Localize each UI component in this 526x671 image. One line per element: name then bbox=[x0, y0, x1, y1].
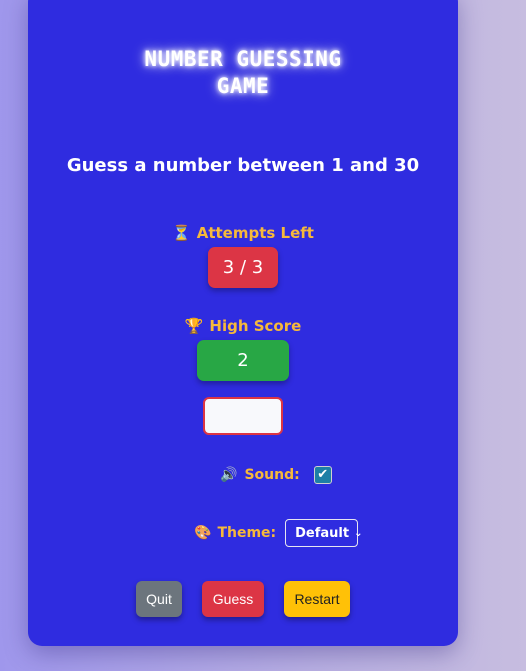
hourglass-icon: ⏳ bbox=[172, 224, 191, 242]
attempts-badge: 3 / 3 bbox=[208, 247, 278, 288]
high-score-badge: 2 bbox=[197, 340, 289, 381]
restart-button[interactable]: Restart bbox=[284, 581, 350, 617]
high-score-label-row: 🏆 High Score bbox=[28, 317, 458, 335]
theme-select-value: Default bbox=[295, 525, 350, 541]
speaker-icon: 🔊 bbox=[220, 467, 238, 483]
game-title: NUMBER GUESSING GAME bbox=[144, 47, 342, 98]
guess-button[interactable]: Guess bbox=[202, 581, 264, 617]
quit-button[interactable]: Quit bbox=[136, 581, 182, 617]
theme-label: Theme: bbox=[217, 525, 277, 541]
attempts-label: Attempts Left bbox=[196, 224, 314, 242]
sound-checkbox[interactable]: ✔ bbox=[313, 466, 332, 484]
attempts-label-row: ⏳ Attempts Left bbox=[28, 224, 458, 242]
theme-setting: 🎨 Theme: Default ⌄ bbox=[194, 519, 363, 547]
game-instructions: Guess a number between 1 and 30 bbox=[66, 155, 420, 176]
palette-icon: 🎨 bbox=[194, 525, 212, 541]
trophy-icon: 🏆 bbox=[184, 317, 204, 335]
game-card: NUMBER GUESSING GAME Guess a number betw… bbox=[28, 0, 458, 646]
high-score-label: High Score bbox=[209, 317, 302, 335]
chevron-down-icon: ⌄ bbox=[354, 527, 363, 539]
theme-select[interactable]: Default ⌄ bbox=[285, 519, 363, 547]
guess-input[interactable] bbox=[203, 397, 283, 435]
sound-label: Sound: bbox=[244, 467, 300, 483]
sound-setting: 🔊 Sound: ✔ bbox=[220, 466, 332, 484]
